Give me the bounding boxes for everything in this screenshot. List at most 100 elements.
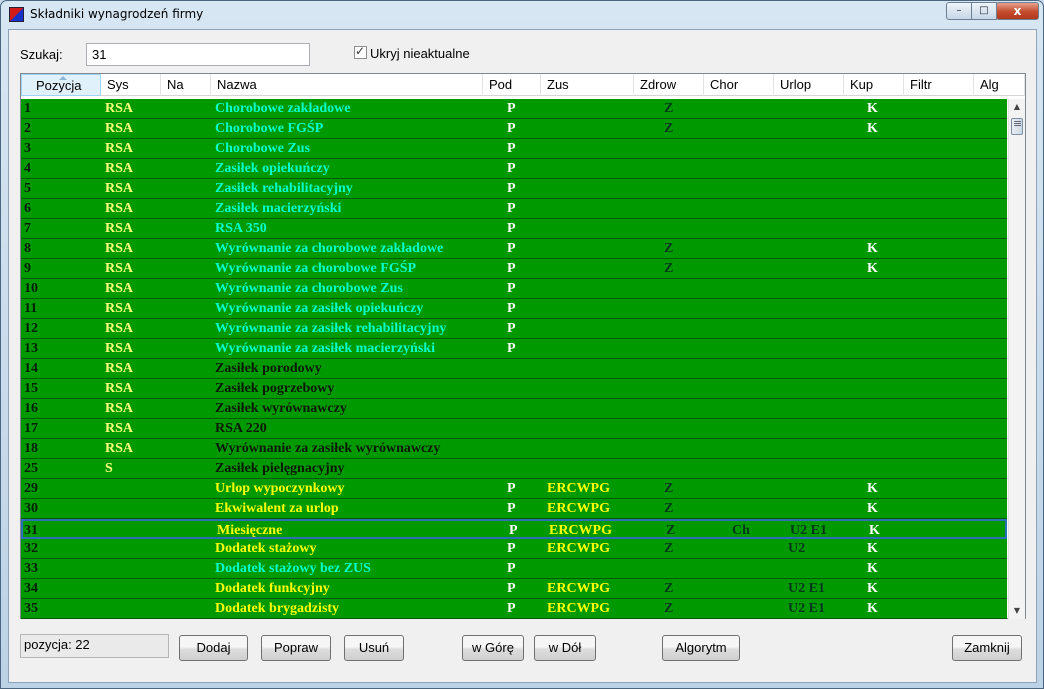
column-header-alg[interactable]: Alg — [974, 74, 1025, 96]
cell-pod: P — [507, 141, 516, 156]
column-header-kup[interactable]: Kup — [844, 74, 904, 96]
cell-sys: RSA — [105, 381, 134, 396]
column-header-pod[interactable]: Pod — [483, 74, 541, 96]
cell-pozycja: 25 — [24, 461, 38, 476]
table-row[interactable]: 11 RSA Wyrównanie za zasiłek opiekuńczy P — [21, 299, 1007, 319]
cell-nazwa: Wyrównanie za chorobowe FGŚP — [215, 261, 417, 276]
table-row[interactable]: 33 Dodatek stażowy bez ZUS P K — [21, 559, 1007, 579]
column-header-filtr[interactable]: Filtr — [904, 74, 974, 96]
column-header-sys[interactable]: Sys — [101, 74, 161, 96]
cell-urlop: U2 E1 — [788, 601, 825, 616]
cell-sys: RSA — [105, 421, 134, 436]
table-row[interactable]: 15 RSA Zasiłek pogrzebowy — [21, 379, 1007, 399]
table-row[interactable]: 12 RSA Wyrównanie za zasiłek rehabilitacyj… — [21, 319, 1007, 339]
scroll-thumb[interactable] — [1011, 117, 1023, 135]
edit-button[interactable]: Popraw — [261, 635, 331, 661]
cell-sys: RSA — [105, 361, 134, 376]
cell-nazwa: RSA 220 — [215, 421, 267, 436]
vertical-scrollbar[interactable]: ▲ ▼ — [1008, 99, 1025, 619]
hide-outdated-checkbox[interactable] — [354, 44, 367, 59]
cell-pozycja: 18 — [24, 441, 38, 456]
cell-kup: K — [869, 523, 880, 538]
cell-nazwa: Zasiłek macierzyński — [215, 201, 342, 216]
table-row[interactable]: 32 Dodatek stażowy P ERCWPG Z U2 K — [21, 539, 1007, 559]
table-row[interactable]: 7 RSA RSA 350 P — [21, 219, 1007, 239]
hide-outdated-label[interactable]: Ukryj nieaktualne — [370, 46, 470, 61]
table-row[interactable]: 17 RSA RSA 220 — [21, 419, 1007, 439]
table-row[interactable]: 14 RSA Zasiłek porodowy — [21, 359, 1007, 379]
move-up-button[interactable]: w Górę — [462, 635, 524, 661]
table-row[interactable]: 16 RSA Zasiłek wyrównawczy — [21, 399, 1007, 419]
table-row[interactable]: 30 Ekwiwalent za urlop P ERCWPG Z K — [21, 499, 1007, 519]
cell-urlop: U2 — [788, 541, 806, 556]
table-row[interactable]: 3 RSA Chorobowe Zus P — [21, 139, 1007, 159]
table-row[interactable]: 34 Dodatek funkcyjny P ERCWPG Z U2 E1 K — [21, 579, 1007, 599]
cell-chor: Ch — [732, 523, 750, 538]
table-row[interactable]: 8 RSA Wyrównanie za chorobowe zakładowe P Z K — [21, 239, 1007, 259]
column-header-nazwa[interactable]: Nazwa — [211, 74, 483, 96]
cell-zus: ERCWPG — [547, 541, 610, 556]
table-row[interactable]: 1 RSA Chorobowe zakładowe P Z K — [21, 99, 1007, 119]
minimize-button[interactable]: – — [946, 2, 972, 20]
cell-sys: RSA — [105, 341, 134, 356]
cell-nazwa: Wyrównanie za zasiłek rehabilitacyjny — [215, 321, 447, 336]
cell-nazwa: Wyrównanie za chorobowe zakładowe — [215, 241, 444, 256]
table-row-selected[interactable]: 31 Miesięczne P ERCWPG Z Ch U2 E1 K — [21, 519, 1007, 539]
cell-zdrow: Z — [664, 601, 674, 616]
scroll-up-arrow-icon[interactable]: ▲ — [1009, 99, 1025, 115]
cell-nazwa: Wyrównanie za chorobowe Zus — [215, 281, 403, 296]
cell-nazwa: Dodatek stażowy bez ZUS — [215, 561, 371, 576]
cell-pod: P — [507, 201, 516, 216]
column-header-chor[interactable]: Chor — [704, 74, 774, 96]
move-down-button[interactable]: w Dół — [534, 635, 596, 661]
table-row[interactable]: 18 RSA Wyrównanie za zasiłek wyrównawczy — [21, 439, 1007, 459]
table-row[interactable]: 2 RSA Chorobowe FGŚP P Z K — [21, 119, 1007, 139]
cell-pod: P — [507, 481, 516, 496]
close-button[interactable]: Zamknij — [952, 635, 1022, 661]
title-bar[interactable]: Składniki wynagrodzeń firmy – □ x — [1, 1, 1043, 29]
table-row[interactable]: 4 RSA Zasiłek opiekuńczy P — [21, 159, 1007, 179]
cell-pozycja: 15 — [24, 381, 38, 396]
maximize-button[interactable]: □ — [971, 2, 997, 20]
cell-pozycja: 11 — [24, 301, 38, 316]
column-header-urlop[interactable]: Urlop — [774, 74, 844, 96]
cell-zus: ERCWPG — [547, 481, 610, 496]
add-button[interactable]: Dodaj — [179, 635, 248, 661]
cell-pod: P — [507, 561, 516, 576]
components-grid[interactable]: Pozycja Sys Na Nazwa Pod Zus Zdrow Chor … — [20, 73, 1026, 619]
search-input[interactable] — [86, 43, 310, 66]
column-header-pozycja[interactable]: Pozycja — [21, 74, 101, 96]
cell-zdrow: Z — [664, 101, 674, 116]
scroll-down-arrow-icon[interactable]: ▼ — [1009, 603, 1025, 619]
column-header-na[interactable]: Na — [161, 74, 211, 96]
cell-sys: RSA — [105, 321, 134, 336]
table-row[interactable]: 6 RSA Zasiłek macierzyński P — [21, 199, 1007, 219]
cell-nazwa: Chorobowe FGŚP — [215, 121, 324, 136]
table-row[interactable]: 25 S Zasiłek pielęgnacyjny — [21, 459, 1007, 479]
main-window: Składniki wynagrodzeń firmy – □ x Szukaj… — [0, 0, 1044, 689]
delete-button[interactable]: Usuń — [344, 635, 404, 661]
table-row[interactable]: 13 RSA Wyrównanie za zasiłek macierzyński P — [21, 339, 1007, 359]
table-row[interactable]: 35 Dodatek brygadzisty P ERCWPG Z U2 E1 K — [21, 599, 1007, 619]
table-row[interactable]: 29 Urlop wypoczynkowy P ERCWPG Z K — [21, 479, 1007, 499]
cell-pozycja: 31 — [24, 523, 38, 538]
table-row[interactable]: 9 RSA Wyrównanie za chorobowe FGŚP P Z K — [21, 259, 1007, 279]
table-row[interactable]: 5 RSA Zasiłek rehabilitacyjny P — [21, 179, 1007, 199]
cell-pod: P — [507, 121, 516, 136]
column-header-zdrow[interactable]: Zdrow — [634, 74, 704, 96]
algorithm-button[interactable]: Algorytm — [662, 635, 740, 661]
cell-sys: RSA — [105, 181, 134, 196]
column-header-zus[interactable]: Zus — [541, 74, 634, 96]
cell-urlop: U2 E1 — [790, 523, 827, 538]
cell-pozycja: 29 — [24, 481, 38, 496]
cell-pozycja: 12 — [24, 321, 38, 336]
cell-kup: K — [867, 121, 878, 136]
cell-pozycja: 10 — [24, 281, 38, 296]
table-row[interactable]: 10 RSA Wyrównanie za chorobowe Zus P — [21, 279, 1007, 299]
close-window-button[interactable]: x — [996, 2, 1039, 20]
cell-pozycja: 4 — [24, 161, 31, 176]
cell-zdrow: Z — [666, 523, 676, 538]
cell-pozycja: 14 — [24, 361, 38, 376]
cell-pod: P — [507, 541, 516, 556]
cell-nazwa: Urlop wypoczynkowy — [215, 481, 345, 496]
